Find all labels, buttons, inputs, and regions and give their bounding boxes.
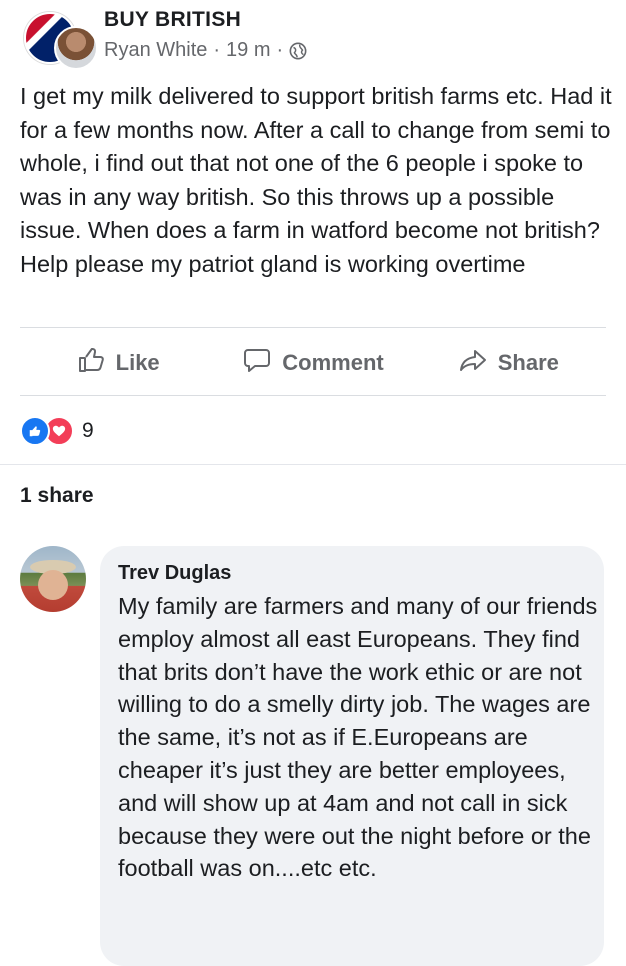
post-meta: Ryan White · 19 m ·: [104, 39, 307, 62]
share-button[interactable]: Share: [411, 332, 606, 394]
globe-icon: [289, 42, 307, 60]
share-label: Share: [497, 350, 559, 375]
share-arrow-icon: [458, 345, 488, 381]
like-button[interactable]: Like: [20, 332, 215, 394]
group-avatar-stack[interactable]: [20, 8, 98, 70]
comment-button[interactable]: Comment: [215, 332, 410, 394]
post-time[interactable]: 19 m: [226, 39, 270, 62]
reaction-count: 9: [82, 419, 94, 442]
post-body-text: I get my milk delivered to support briti…: [20, 83, 612, 277]
meta-separator-2: ·: [276, 39, 284, 61]
comment-bubble: Trev Duglas My family are farmers and ma…: [100, 546, 604, 966]
comment-label: Comment: [282, 350, 384, 375]
author-avatar[interactable]: [54, 26, 98, 70]
like-reaction-icon: [20, 416, 50, 446]
divider-bottom: [20, 395, 606, 396]
avatar-face: [38, 570, 68, 600]
comment-icon: [242, 345, 272, 381]
commenter-avatar[interactable]: [20, 546, 86, 612]
post-header: BUY BRITISH Ryan White · 19 m ·: [20, 4, 610, 70]
section-divider: [0, 464, 626, 465]
divider-top: [20, 327, 606, 328]
group-name[interactable]: BUY BRITISH: [104, 8, 241, 32]
action-bar: Like Comment Share: [20, 332, 606, 394]
meta-separator: ·: [213, 39, 221, 61]
like-label: Like: [115, 350, 160, 375]
author-name[interactable]: Ryan White: [104, 39, 207, 62]
thumbs-up-icon: [76, 345, 106, 381]
share-count[interactable]: 1 share: [20, 484, 94, 508]
comment-text: My family are farmers and many of our fr…: [118, 593, 598, 882]
commenter-name[interactable]: Trev Duglas: [118, 562, 231, 585]
reactions-summary[interactable]: 9: [20, 416, 94, 446]
